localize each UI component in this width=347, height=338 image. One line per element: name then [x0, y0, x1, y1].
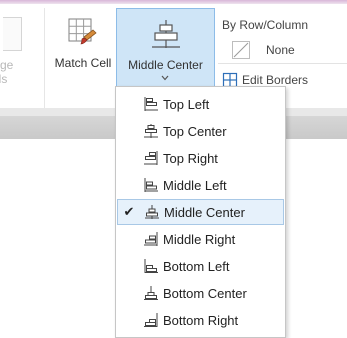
merge-cells-icon: [3, 17, 22, 51]
menu-item-label: Middle Left: [163, 177, 227, 193]
checkmark-icon: ✔: [123, 204, 135, 219]
align-top-center-icon: [144, 124, 158, 138]
border-style-none-button[interactable]: None: [218, 39, 295, 61]
menu-item-label: Top Center: [163, 123, 227, 139]
menu-item-label: Middle Right: [163, 231, 236, 247]
menu-item-middle-center[interactable]: ✔ Middle Center: [117, 199, 284, 225]
menu-item-label: Bottom Center: [163, 285, 247, 301]
menu-item-label: Top Right: [163, 150, 218, 166]
chevron-down-icon: [161, 75, 169, 81]
align-bottom-left-icon: [144, 259, 158, 273]
align-middle-center-icon: [145, 205, 159, 219]
menu-item-middle-right[interactable]: Middle Right: [117, 226, 284, 252]
merge-label-line2: lls: [0, 72, 8, 86]
align-top-right-icon: [144, 151, 158, 165]
align-bottom-right-icon: [144, 313, 158, 327]
menu-item-middle-left[interactable]: Middle Left: [117, 172, 284, 198]
middle-center-label: Middle Center: [128, 58, 203, 72]
no-border-icon: [232, 41, 250, 59]
match-cell-icon: [68, 18, 97, 45]
merge-label-line1: rge: [0, 58, 14, 72]
match-cell-label: Match Cell: [54, 56, 112, 70]
none-label: None: [266, 43, 295, 57]
menu-item-label: Top Left: [163, 96, 210, 112]
merge-cells-button[interactable]: rge lls: [0, 12, 42, 86]
edit-borders-label: Edit Borders: [242, 73, 309, 87]
align-bottom-center-icon: [144, 286, 158, 300]
by-row-column-button[interactable]: By Row/Column: [222, 14, 308, 36]
menu-item-top-left[interactable]: Top Left: [117, 91, 284, 117]
menu-item-bottom-left[interactable]: Bottom Left: [117, 253, 284, 279]
menu-item-label: Bottom Left: [163, 258, 230, 274]
menu-item-top-center[interactable]: Top Center: [117, 118, 284, 144]
menu-item-bottom-center[interactable]: Bottom Center: [117, 280, 284, 306]
menu-item-label: Middle Center: [164, 204, 245, 220]
match-cell-button[interactable]: Match Cell: [46, 8, 116, 108]
cell-alignment-menu: Top Left Top Center Top Right Middle Lef…: [115, 86, 286, 338]
align-middle-center-icon: [152, 20, 180, 48]
ribbon-separator: [44, 8, 45, 108]
by-row-column-label: By Row/Column: [222, 18, 309, 32]
align-middle-right-icon: [144, 232, 158, 246]
divider: [218, 63, 347, 64]
menu-item-bottom-right[interactable]: Bottom Right: [117, 307, 284, 333]
menu-item-label: Bottom Right: [163, 312, 239, 328]
align-top-left-icon: [144, 97, 158, 111]
menu-item-top-right[interactable]: Top Right: [117, 145, 284, 171]
middle-center-button[interactable]: Middle Center: [116, 8, 215, 94]
align-middle-left-icon: [144, 178, 158, 192]
